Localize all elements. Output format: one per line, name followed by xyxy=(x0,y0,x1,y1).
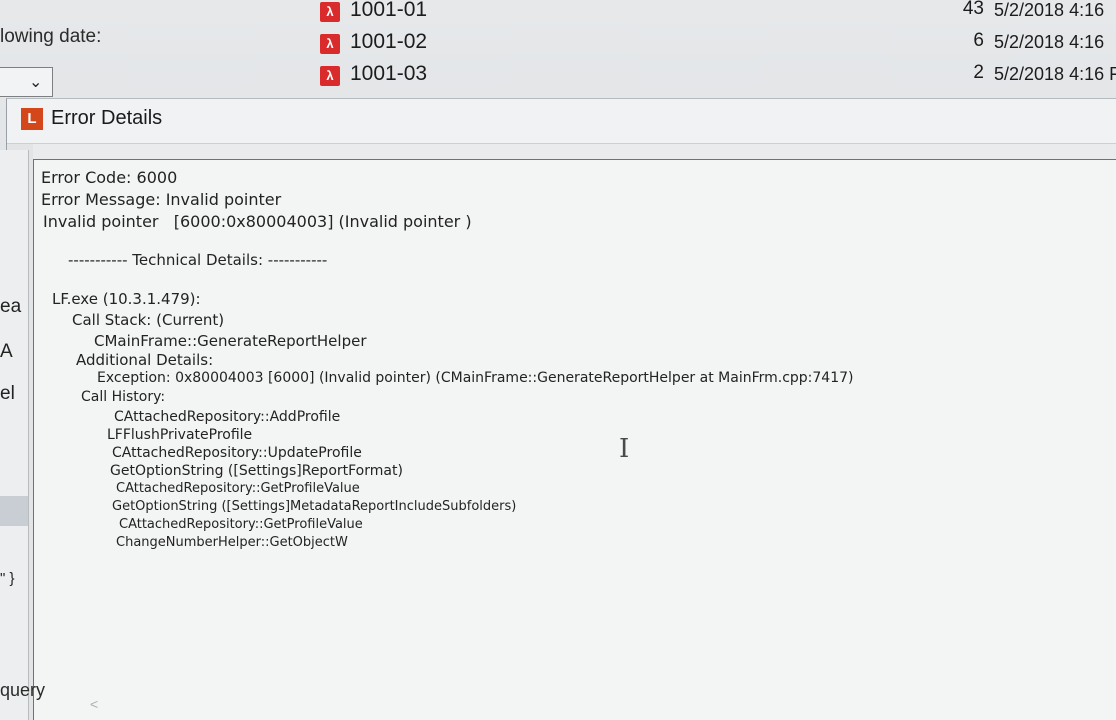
text-cursor-icon: I xyxy=(619,434,630,464)
pdf-icon: λ xyxy=(320,66,340,86)
error-details-text[interactable]: Error Code: 6000 Error Message: Invalid … xyxy=(33,159,1116,720)
call-stack-entry: CMainFrame::GenerateReportHelper xyxy=(94,332,367,350)
pdf-icon: λ xyxy=(320,34,340,54)
error-details-dialog: L Error Details Error Code: 6000 Error M… xyxy=(6,98,1116,720)
background-query-label: query xyxy=(0,680,46,700)
background-fragment: " } xyxy=(0,570,15,587)
scroll-left-icon[interactable]: < xyxy=(90,696,98,712)
error-message-line: Error Message: Invalid pointer xyxy=(41,190,282,209)
error-detail-line: Invalid pointer [6000:0x80004003] (Inval… xyxy=(43,212,472,231)
file-date: 5/2/2018 4:16 xyxy=(994,0,1105,20)
file-name: 1001-01 xyxy=(350,0,428,21)
call-history-entry: CAttachedRepository::AddProfile xyxy=(114,409,341,425)
chevron-down-icon: ⌄ xyxy=(29,74,43,91)
file-row[interactable]: λ 1001-02 6 5/2/2018 4:16 xyxy=(318,30,1116,60)
file-date: 5/2/2018 4:16 F xyxy=(994,64,1116,84)
call-history-entry: GetOptionString ([Settings]ReportFormat) xyxy=(110,463,403,479)
call-stack-heading: Call Stack: (Current) xyxy=(72,311,225,329)
background-fragment: A xyxy=(0,341,13,362)
laserfiche-app-icon: L xyxy=(21,108,43,130)
screen: lowing date: ⌄ λ 1001-01 43 5/2/2018 4:1… xyxy=(0,0,1116,720)
file-name: 1001-03 xyxy=(350,62,428,85)
background-left-panel: ea A el " } xyxy=(0,150,29,720)
call-history-entry: CAttachedRepository::UpdateProfile xyxy=(112,445,362,461)
file-row[interactable]: λ 1001-01 43 5/2/2018 4:16 xyxy=(318,0,1116,28)
call-history-entry: CAttachedRepository::GetProfileValue xyxy=(119,517,363,532)
technical-details-divider: ----------- Technical Details: ---------… xyxy=(68,251,328,269)
file-row[interactable]: λ 1001-03 2 5/2/2018 4:16 F xyxy=(318,62,1116,92)
call-history-entry: ChangeNumberHelper::GetObjectW xyxy=(116,535,348,550)
file-page-count: 6 xyxy=(973,30,984,51)
background-selected-row xyxy=(0,496,28,526)
file-name: 1001-02 xyxy=(350,30,428,53)
call-history-entry: CAttachedRepository::GetProfileValue xyxy=(116,481,360,496)
error-code-line: Error Code: 6000 xyxy=(41,168,178,187)
date-filter-label: lowing date: xyxy=(0,26,102,47)
file-date: 5/2/2018 4:16 xyxy=(994,32,1105,52)
call-history-entry: LFFlushPrivateProfile xyxy=(107,427,253,443)
call-history-entry: GetOptionString ([Settings]MetadataRepor… xyxy=(112,499,517,514)
additional-details-heading: Additional Details: xyxy=(76,351,214,369)
file-page-count: 2 xyxy=(973,62,984,83)
dialog-titlebar[interactable]: L Error Details xyxy=(7,99,1116,144)
call-history-heading: Call History: xyxy=(81,389,166,405)
background-fragment: ea xyxy=(0,296,22,317)
dialog-title: Error Details xyxy=(51,107,163,129)
date-filter-dropdown[interactable]: ⌄ xyxy=(0,67,53,97)
background-fragment: el xyxy=(0,383,15,404)
exe-version-line: LF.exe (10.3.1.479): xyxy=(52,290,201,308)
exception-line: Exception: 0x80004003 [6000] (Invalid po… xyxy=(97,370,854,386)
file-page-count: 43 xyxy=(962,0,984,19)
pdf-icon: λ xyxy=(320,2,340,22)
